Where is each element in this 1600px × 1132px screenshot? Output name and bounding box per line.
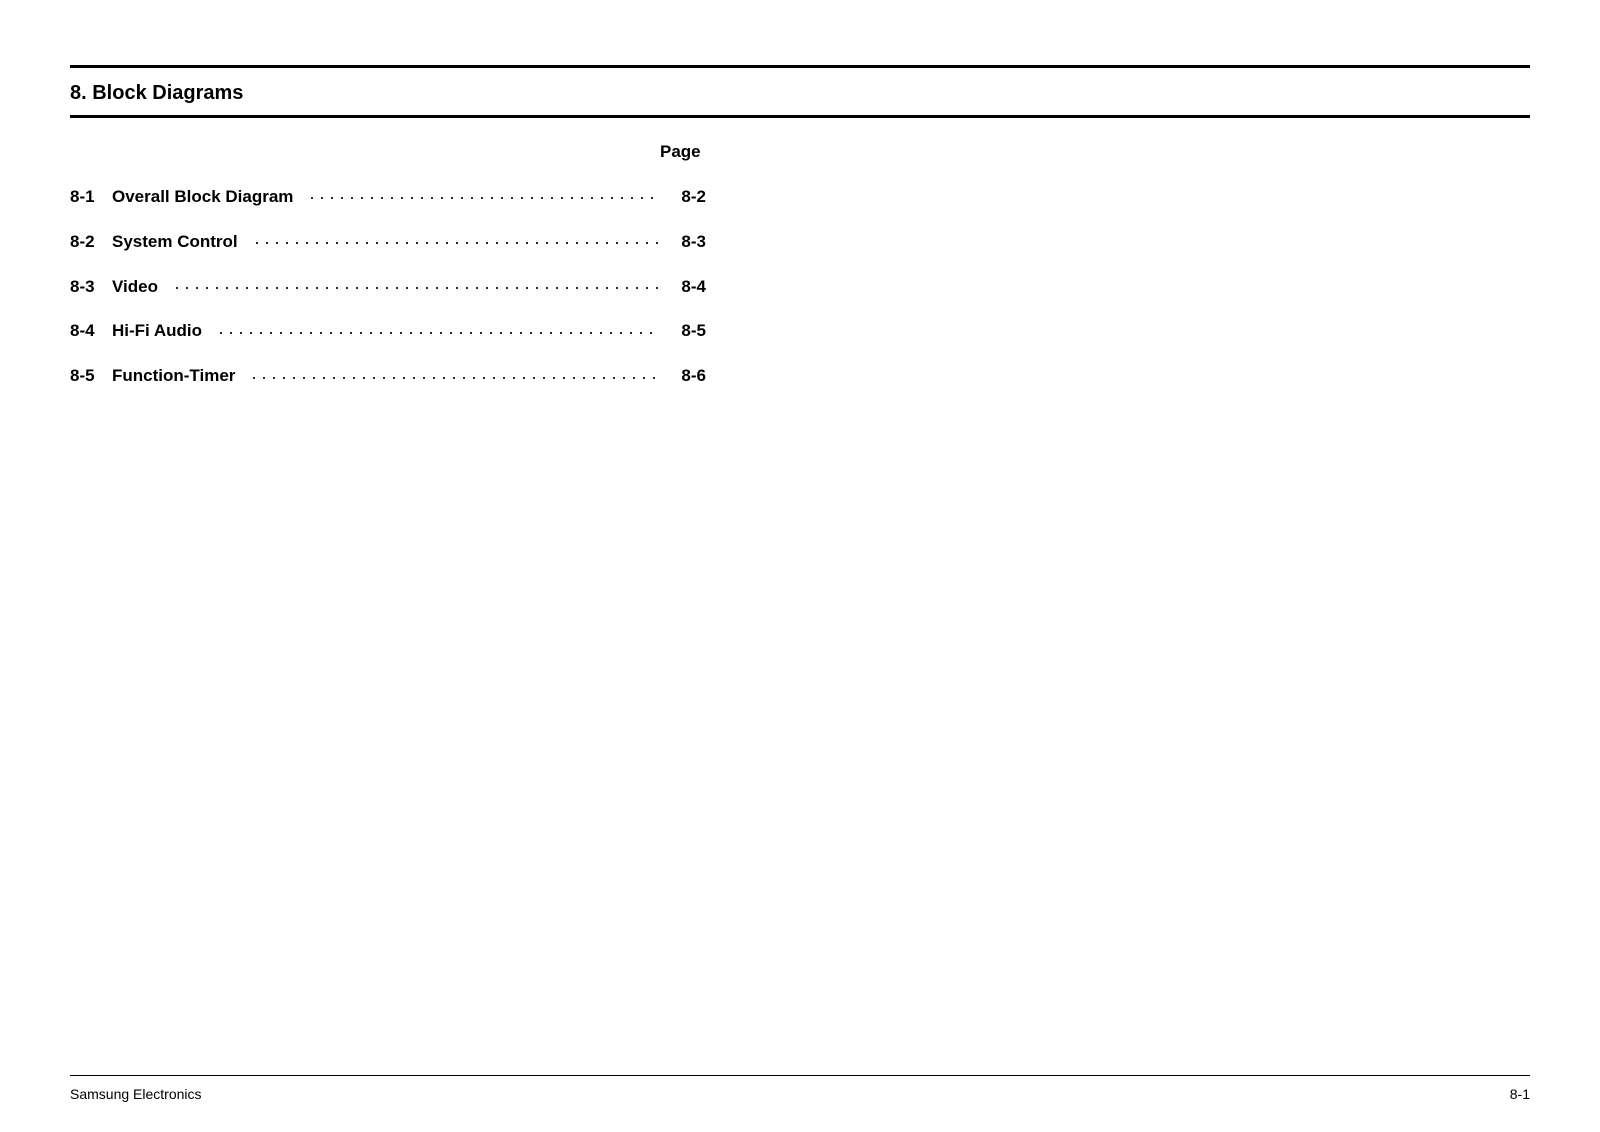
toc-title: System Control <box>112 232 238 252</box>
dot-leader <box>172 274 660 292</box>
toc-page: 8-2 <box>674 187 706 207</box>
toc-index: 8-1 <box>70 187 104 207</box>
toc-entry: 8-2 System Control 8-3 <box>70 229 706 252</box>
toc-entry: 8-1 Overall Block Diagram 8-2 <box>70 184 706 207</box>
title-rule-thick <box>70 115 1530 118</box>
section-title: 8. Block Diagrams <box>70 70 1530 115</box>
toc-index: 8-3 <box>70 277 104 297</box>
toc-page: 8-3 <box>674 232 706 252</box>
dot-leader <box>216 319 660 337</box>
toc-page: 8-4 <box>674 277 706 297</box>
dot-leader <box>307 184 660 202</box>
toc-entry: 8-5 Function-Timer 8-6 <box>70 363 706 386</box>
top-rule-thick <box>70 65 1530 68</box>
dot-leader <box>249 363 660 381</box>
toc-index: 8-5 <box>70 366 104 386</box>
page-column-header: Page <box>660 142 1530 162</box>
toc-content: Page 8-1 Overall Block Diagram 8-2 8-2 S… <box>70 142 1530 1075</box>
document-page: 8. Block Diagrams Page 8-1 Overall Block… <box>0 0 1600 1132</box>
toc-title: Video <box>112 277 158 297</box>
toc-index: 8-4 <box>70 321 104 341</box>
footer-company: Samsung Electronics <box>70 1086 202 1102</box>
toc-title: Function-Timer <box>112 366 235 386</box>
page-footer: Samsung Electronics 8-1 <box>70 1075 1530 1102</box>
toc-index: 8-2 <box>70 232 104 252</box>
toc-entry: 8-3 Video 8-4 <box>70 274 706 297</box>
toc-page: 8-6 <box>674 366 706 386</box>
toc-entry: 8-4 Hi-Fi Audio 8-5 <box>70 319 706 342</box>
dot-leader <box>252 229 660 247</box>
toc-page: 8-5 <box>674 321 706 341</box>
toc-title: Overall Block Diagram <box>112 187 293 207</box>
toc-title: Hi-Fi Audio <box>112 321 202 341</box>
footer-page-number: 8-1 <box>1510 1086 1530 1102</box>
